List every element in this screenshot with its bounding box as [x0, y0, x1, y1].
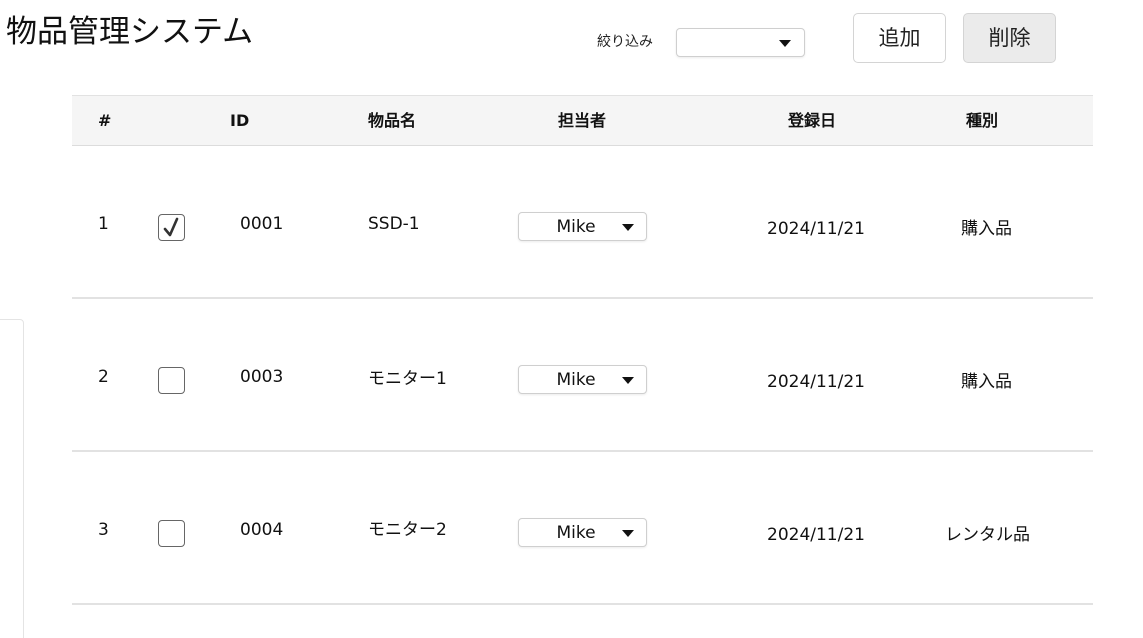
- owner-select-value: Mike: [556, 370, 596, 390]
- column-header-number: #: [98, 111, 112, 130]
- item-id: 0001: [240, 214, 284, 234]
- chevron-down-icon: [779, 40, 791, 47]
- row-number: 3: [98, 520, 109, 540]
- owner-select-value: Mike: [556, 523, 596, 543]
- page-title: 物品管理システム: [6, 14, 254, 50]
- add-button[interactable]: 追加: [853, 13, 946, 63]
- item-id: 0004: [240, 520, 284, 540]
- registered-date: 2024/11/21: [767, 219, 865, 239]
- chevron-down-icon: [622, 530, 634, 537]
- registered-date: 2024/11/21: [767, 372, 865, 392]
- item-type: 購入品: [961, 372, 1012, 392]
- owner-select[interactable]: Mike: [518, 365, 647, 394]
- row-number: 2: [98, 367, 109, 387]
- owner-select[interactable]: Mike: [518, 212, 647, 241]
- filter-label: 絞り込み: [597, 34, 653, 50]
- item-id: 0003: [240, 367, 284, 387]
- items-table: # ID 物品名 担当者 登録日 種別 1 0001 SSD-1 Mike 20…: [72, 95, 1093, 605]
- column-header-owner: 担当者: [558, 111, 607, 130]
- table-row: 1 0001 SSD-1 Mike 2024/11/21 購入品: [72, 146, 1093, 299]
- table-header: # ID 物品名 担当者 登録日 種別: [72, 95, 1093, 146]
- chevron-down-icon: [622, 224, 634, 231]
- item-type: 購入品: [961, 219, 1012, 239]
- owner-select-value: Mike: [556, 217, 596, 237]
- column-header-type: 種別: [966, 111, 999, 130]
- registered-date: 2024/11/21: [767, 525, 865, 545]
- item-name: モニター2: [368, 520, 447, 540]
- item-name: モニター1: [368, 369, 447, 389]
- table-body: 1 0001 SSD-1 Mike 2024/11/21 購入品 2 0003 …: [72, 146, 1093, 605]
- delete-button[interactable]: 削除: [963, 13, 1056, 63]
- row-number: 1: [98, 214, 109, 234]
- chevron-down-icon: [622, 377, 634, 384]
- item-name: SSD-1: [368, 214, 420, 234]
- filter-select[interactable]: [676, 28, 805, 57]
- row-select-checkbox[interactable]: [158, 214, 185, 241]
- checkmark-icon: [163, 217, 179, 237]
- table-row: 3 0004 モニター2 Mike 2024/11/21 レンタル品: [72, 452, 1093, 605]
- row-select-checkbox[interactable]: [158, 520, 185, 547]
- column-header-name: 物品名: [368, 111, 417, 130]
- column-header-date: 登録日: [788, 111, 837, 130]
- item-type: レンタル品: [945, 525, 1030, 545]
- row-select-checkbox[interactable]: [158, 367, 185, 394]
- side-panel: [0, 319, 24, 638]
- table-row: 2 0003 モニター1 Mike 2024/11/21 購入品: [72, 299, 1093, 452]
- column-header-id: ID: [230, 111, 250, 130]
- item-management-page: 物品管理システム 絞り込み 追加 削除 # ID 物品名 担当者 登録日 種別 …: [0, 0, 1143, 638]
- owner-select[interactable]: Mike: [518, 518, 647, 547]
